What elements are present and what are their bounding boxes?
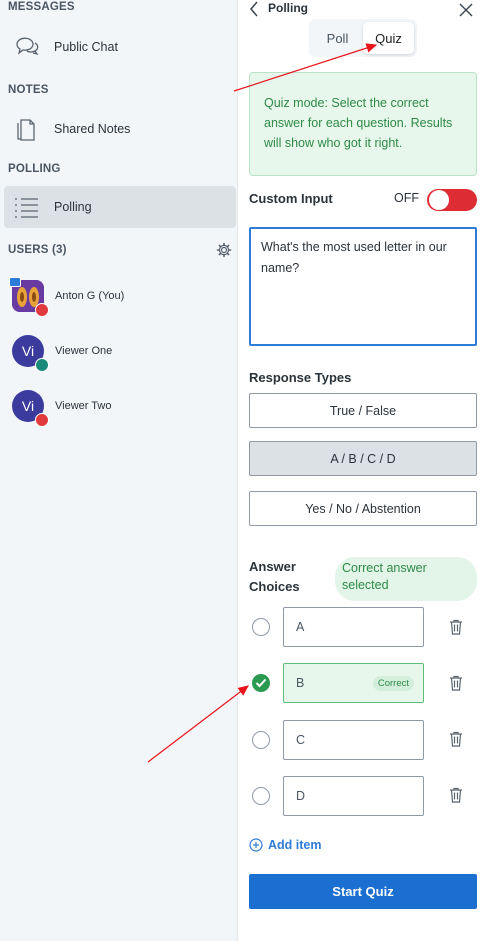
custom-input-label: Custom Input [249,191,333,206]
option-a-radio[interactable] [252,618,270,636]
trash-icon[interactable] [449,619,463,635]
response-type-abcd-button[interactable]: A / B / C / D [249,441,477,476]
option-value: A [296,620,305,634]
polling-panel: Polling Poll Quiz Quiz mode: Select the … [238,0,482,941]
option-c-radio[interactable] [252,731,270,749]
option-value: D [296,789,306,803]
sidebar-item-label: Public Chat [54,40,118,54]
toggle-state-label: OFF [394,191,419,205]
user-name: Viewer Two [55,400,112,412]
trash-icon[interactable] [449,731,463,747]
user-list-item[interactable]: Vi Viewer One [8,328,236,374]
option-a-input[interactable]: A [283,607,424,647]
presenter-icon [9,277,21,287]
correct-selected-badge: Correct answer selected [335,557,477,601]
avatar [9,277,49,317]
user-name: Viewer One [55,345,113,357]
question-input[interactable]: What's the most used letter in our name? [249,227,477,346]
option-d-input[interactable]: D [283,776,424,816]
sidebar-item-polling[interactable]: Polling [4,186,236,228]
back-chevron-icon[interactable] [246,0,262,18]
panel-title: Polling [268,1,308,15]
polling-section-title: POLLING [8,163,61,175]
sidebar-item-label: Shared Notes [54,122,131,136]
option-value: C [296,733,306,747]
avatar-initials: Vi [21,398,35,414]
notes-section-title: NOTES [8,84,49,96]
option-value: B [296,676,305,690]
close-icon[interactable] [458,2,474,18]
gear-icon[interactable] [216,242,232,258]
trash-icon[interactable] [449,787,463,803]
response-type-yes-no-abstention-button[interactable]: Yes / No / Abstention [249,491,477,526]
microphone-icon [35,358,49,372]
tab-quiz[interactable]: Quiz [363,22,414,54]
option-c-input[interactable]: C [283,720,424,760]
hand-raised-icon [35,303,49,317]
response-types-label: Response Types [249,370,352,385]
list-icon [14,194,40,220]
quiz-info-box: Quiz mode: Select the correct answer for… [249,72,477,176]
mode-tabs: Poll Quiz [309,19,417,57]
plus-circle-icon [249,838,263,852]
sidebar-item-shared-notes[interactable]: Shared Notes [4,108,236,150]
tab-poll[interactable]: Poll [312,22,363,54]
chat-icon [14,34,40,60]
answer-choices-label: Answer Choices [249,559,300,594]
user-list-item[interactable]: Anton G (You) [8,273,236,319]
user-name: Anton G (You) [55,290,125,302]
option-b-input[interactable]: B Correct [283,663,424,703]
notes-icon [14,116,40,142]
avatar-initials: Vi [21,343,35,359]
check-icon [255,678,267,688]
users-section-title: USERS (3) [8,244,67,256]
avatar: Vi [12,390,49,427]
sidebar-item-label: Polling [54,200,92,214]
add-item-button[interactable]: Add item [249,838,321,852]
custom-input-toggle[interactable] [427,189,477,211]
add-item-label: Add item [268,838,322,852]
response-type-true-false-button[interactable]: True / False [249,393,477,428]
avatar: Vi [12,335,49,372]
user-list-item[interactable]: Vi Viewer Two [8,383,236,429]
messages-section-title: MESSAGES [8,1,75,13]
hand-raised-icon [35,413,49,427]
sidebar-item-public-chat[interactable]: Public Chat [4,26,236,68]
option-d-radio[interactable] [252,787,270,805]
option-b-radio-checked[interactable] [252,674,270,692]
start-quiz-button[interactable]: Start Quiz [249,874,477,909]
toggle-knob [429,190,449,210]
correct-tag: Correct [372,676,414,691]
trash-icon[interactable] [449,675,463,691]
sidebar: MESSAGES Public Chat NOTES Shared Notes … [0,0,238,941]
